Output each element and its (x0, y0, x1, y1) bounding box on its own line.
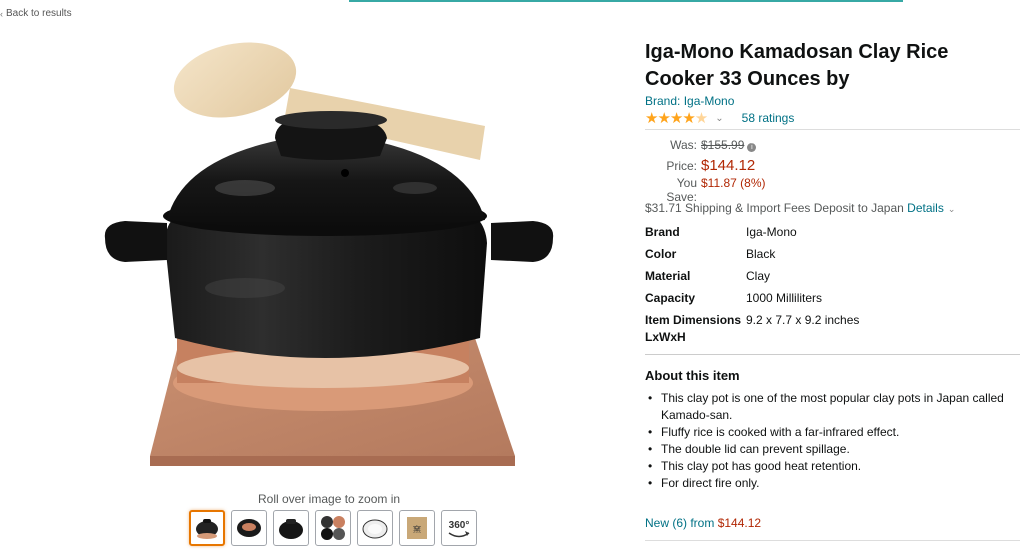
spec-table: Brand Iga-Mono Color Black Material Clay… (645, 224, 859, 351)
about-title: About this item (645, 368, 740, 383)
spec-row-capacity: Capacity 1000 Milliliters (645, 290, 859, 307)
list-item: Fluffy rice is cooked with a far-infrare… (645, 424, 1015, 441)
thumbnail-2[interactable] (231, 510, 267, 546)
rating-row: ★★★★★ ⌄ 58 ratings (645, 109, 794, 127)
spec-value: Iga-Mono (746, 225, 797, 239)
thumbnail-3[interactable] (273, 510, 309, 546)
spec-value: Black (746, 247, 776, 261)
new-offers-price: $144.12 (717, 516, 762, 530)
thumbnail-1[interactable] (189, 510, 225, 546)
spec-row-dimensions: Item Dimensions LxWxH 9.2 x 7.7 x 9.2 in… (645, 312, 859, 346)
list-item: The double lid can prevent spillage. (645, 441, 1015, 458)
product-title: Iga-Mono Kamadosan Clay Rice Cooker 33 O… (645, 41, 949, 90)
spec-value: 9.2 x 7.7 x 9.2 inches (746, 313, 860, 327)
list-item: For direct fire only. (645, 475, 1015, 492)
spec-row-brand: Brand Iga-Mono (645, 224, 859, 241)
main-product-image[interactable] (95, 38, 565, 488)
shipping-info: $31.71 Shipping & Import Fees Deposit to… (645, 201, 955, 215)
chevron-down-icon[interactable]: ⌄ (948, 204, 956, 214)
thumbnail-360[interactable]: 360° (441, 510, 477, 546)
back-label: Back to results (6, 8, 72, 19)
pot-thumb-icon (362, 519, 388, 539)
zoom-hint: Roll over image to zoom in (258, 492, 401, 506)
spec-value: Clay (746, 269, 771, 283)
chevron-left-icon: ‹ (0, 8, 3, 19)
price-block: Was: $155.99 i Price: $144.12 You Save: … (645, 138, 766, 204)
divider (645, 129, 1020, 130)
chevron-down-icon[interactable]: ⌄ (715, 113, 723, 124)
ratings-count-link[interactable]: 58 ratings (742, 111, 795, 125)
spec-key: Brand (645, 225, 680, 239)
divider (645, 540, 1020, 541)
spec-key: Color (645, 247, 677, 261)
was-price: $155.99 (701, 138, 745, 152)
rotate-360-icon: 360° (448, 520, 470, 538)
top-accent-bar (349, 0, 903, 2)
spec-value: 1000 Milliliters (746, 291, 823, 305)
spec-key: Capacity (645, 291, 696, 305)
thumbnail-5[interactable] (357, 510, 393, 546)
view360-label: 360° (449, 520, 470, 531)
box-thumb-icon: 窯 (407, 517, 427, 539)
about-bullets: This clay pot is one of the most popular… (645, 390, 1015, 492)
save-amount: $11.87 (8%) (701, 176, 766, 190)
spec-key: Material (645, 269, 691, 283)
spec-key: Item Dimensions LxWxH (645, 313, 742, 344)
clay-pot-illustration (104, 42, 554, 466)
list-item: This clay pot is one of the most popular… (645, 390, 1015, 424)
pot-thumb-icon (237, 519, 261, 537)
shipping-details-link[interactable]: Details (907, 201, 944, 215)
list-item: This clay pot has good heat retention. (645, 458, 1015, 475)
pot-thumb-icon (279, 519, 303, 539)
spec-row-color: Color Black (645, 246, 859, 263)
pot-thumb-icon (321, 516, 345, 540)
save-label: You Save: (666, 176, 697, 204)
current-price: $144.12 (701, 157, 756, 174)
pot-thumb-icon (196, 519, 218, 539)
back-to-results-link[interactable]: ‹ Back to results (0, 8, 72, 19)
info-icon[interactable]: i (747, 143, 757, 152)
was-label: Was: (670, 138, 697, 152)
new-offers-link[interactable]: New (6) from $144.12 (645, 516, 761, 530)
thumbnail-4[interactable] (315, 510, 351, 546)
spec-row-material: Material Clay (645, 268, 859, 285)
star-rating[interactable]: ★★★★★ (645, 109, 708, 127)
thumbnail-strip: 窯 360° (189, 510, 477, 546)
svg-text:窯: 窯 (413, 524, 421, 534)
brand-link[interactable]: Brand: Iga-Mono (645, 94, 734, 108)
new-offers-label: New (6) from (645, 516, 715, 530)
shipping-text: $31.71 Shipping & Import Fees Deposit to… (645, 201, 904, 215)
divider (645, 354, 1020, 355)
thumbnail-6[interactable]: 窯 (399, 510, 435, 546)
price-label: Price: (666, 159, 697, 173)
